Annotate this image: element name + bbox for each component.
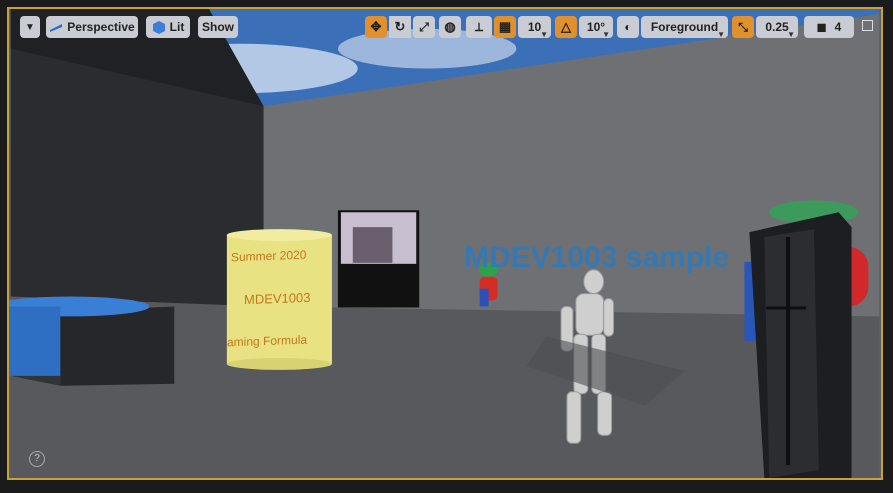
layer-icon: ◐: [624, 20, 632, 34]
surface-snapping-button[interactable]: ⟂: [466, 16, 492, 38]
perspective-icon: [50, 24, 63, 32]
layer-label: Foreground: [650, 20, 719, 34]
lit-label: Lit: [169, 20, 185, 34]
globe-icon: ◍: [444, 19, 456, 34]
rotate-tool-button[interactable]: ↻: [389, 16, 411, 38]
scale-arrows-icon: ⤢: [419, 19, 429, 34]
can-text-line-3: aming Formula: [227, 332, 308, 350]
camera-speed-value: 4: [834, 20, 842, 34]
translate-tool-button[interactable]: ✥: [365, 16, 387, 38]
rotation-snap-toggle[interactable]: △: [555, 16, 577, 38]
grid-snap-toggle[interactable]: ▦: [494, 16, 516, 38]
view-mode-button[interactable]: Lit: [146, 16, 190, 38]
scale-tool-button[interactable]: ⤢: [413, 16, 435, 38]
scale-snap-toggle[interactable]: ⤡: [732, 16, 754, 38]
camera-speed-button[interactable]: ◼ 4: [804, 16, 854, 38]
level-viewport[interactable]: MDEV1003 sample Summer 2020 MDEV1003 ami…: [7, 7, 883, 480]
show-label: Show: [202, 20, 234, 34]
rotate-icon: ↻: [394, 19, 406, 34]
surface-snap-icon: ⟂: [474, 19, 483, 34]
rotation-snap-value-dropdown[interactable]: 10° ▼: [579, 16, 613, 39]
maximize-viewport-icon[interactable]: [862, 20, 873, 31]
layer-toggle-button[interactable]: ◐: [617, 16, 639, 38]
perspective-label: Perspective: [67, 20, 135, 34]
lit-sphere-icon: [152, 21, 165, 34]
viewport-options-button[interactable]: ▼: [20, 16, 40, 38]
chevron-down-icon: ▼: [717, 30, 725, 39]
angle-icon: △: [561, 19, 571, 34]
chevron-down-icon: ▼: [25, 21, 35, 33]
can-text-line-2: MDEV1003: [244, 289, 311, 308]
world-local-toggle[interactable]: ◍: [439, 16, 461, 38]
layer-dropdown[interactable]: Foreground ▼: [641, 16, 728, 39]
help-icon[interactable]: ?: [29, 451, 45, 467]
show-button[interactable]: Show: [198, 16, 238, 38]
perspective-button[interactable]: Perspective: [46, 16, 138, 38]
wall-text: MDEV1003 sample: [464, 241, 730, 274]
can-text-line-1: Summer 2020: [231, 247, 307, 265]
grid-icon: ▦: [498, 19, 512, 34]
chevron-down-icon: ▼: [787, 30, 795, 39]
scale-snap-value-dropdown[interactable]: 0.25 ▼: [756, 16, 798, 39]
chevron-down-icon: ▼: [602, 30, 610, 39]
scale-snap-icon: ⤡: [738, 19, 748, 34]
camera-icon: ◼: [816, 20, 827, 34]
scene-render: [9, 9, 880, 478]
chevron-down-icon: ▼: [540, 30, 548, 39]
move-arrows-icon: ✥: [370, 19, 382, 34]
scale-snap-value: 0.25: [765, 20, 789, 34]
grid-snap-value-dropdown[interactable]: 10 ▼: [518, 16, 551, 39]
